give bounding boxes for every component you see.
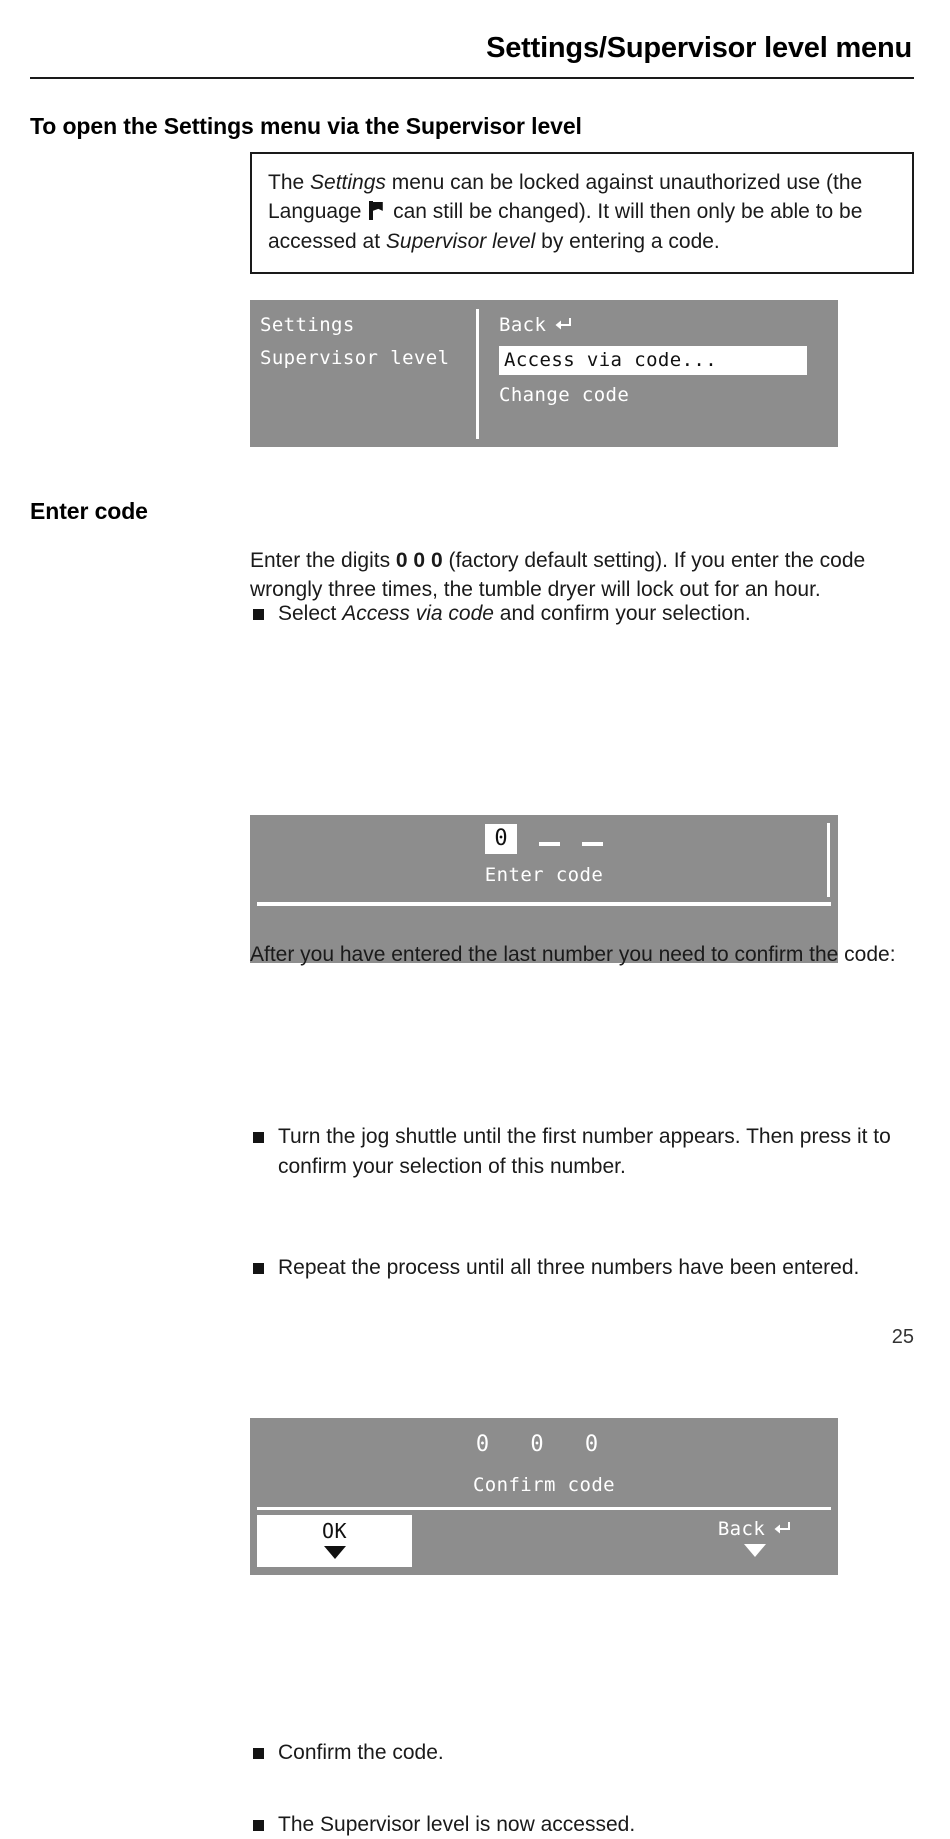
lcd-digit-placeholder-3 [581, 841, 603, 846]
lcd-enter-code-digits: 0 [250, 824, 838, 855]
lcd-vertical-divider [476, 309, 479, 439]
page-title: Settings/Supervisor level menu [486, 32, 912, 64]
lcd-menu-item-change-code[interactable]: Change code [499, 384, 829, 406]
bullet-square-icon [253, 1819, 264, 1831]
bullet-confirm-the-code: Confirm the code. [250, 1738, 942, 1767]
bullet-turn-jog-shuttle-text: Turn the jog shuttle until the first num… [278, 1125, 891, 1178]
lcd-settings-subtitle: Supervisor level [260, 347, 450, 369]
section-heading-enter-code: Enter code [30, 498, 148, 524]
paragraph-enter-code: Enter the digits 0 0 0 (factory default … [250, 546, 914, 605]
bullet-supervisor-level-accessed: The Supervisor level is now accessed. [250, 1810, 942, 1839]
enter-return-icon [772, 1519, 792, 1541]
lcd-left-pane: Settings Supervisor level [260, 314, 470, 380]
enter-code-bold-digits: 0 0 0 [395, 549, 443, 572]
lcd-ok-button-label: OK [321, 1518, 348, 1543]
lcd-menu-item-access-via-code[interactable]: Access via code... [499, 346, 829, 375]
bullet-repeat-process-text: Repeat the process until all three numbe… [278, 1256, 860, 1280]
bullet-repeat-process: Repeat the process until all three numbe… [250, 1253, 942, 1282]
bullet-turn-jog-shuttle: Turn the jog shuttle until the first num… [250, 1122, 942, 1181]
bullet-square-icon [253, 1132, 264, 1144]
lcd-confirm-code-caption: Confirm code [472, 1473, 616, 1496]
flag-icon [369, 201, 384, 221]
lcd-enter-code-caption: Enter code [484, 864, 604, 887]
bullet-select-italic: Access via code [342, 602, 494, 625]
lcd-menu-item-back[interactable]: Back [499, 314, 829, 337]
note-italic-supervisor-level: Supervisor level [385, 229, 536, 253]
lcd-digit-placeholder-2 [538, 841, 560, 846]
bullet-supervisor-level-accessed-text: The Supervisor level is now accessed. [278, 1812, 636, 1836]
bullet-select-prefix: Select [278, 602, 343, 625]
lcd-active-digit[interactable]: 0 [485, 824, 517, 855]
lcd-ok-button[interactable]: OK [257, 1514, 412, 1567]
section-heading-open-settings: To open the Settings menu via the Superv… [30, 113, 582, 139]
lcd-display-confirm-code: 0 0 0 Confirm code OK Back [250, 1417, 838, 1575]
lcd-back-button-row: Back [690, 1518, 820, 1541]
note-italic-settings: Settings [310, 171, 386, 194]
note-text-part-4: by entering a code. [535, 229, 720, 253]
bullet-square-icon [253, 1747, 264, 1759]
lcd-horizontal-rule [257, 1506, 831, 1510]
lcd-right-pane: Back Access via code... Change code [499, 314, 829, 415]
page-header: Settings/Supervisor level menu [30, 32, 914, 80]
lcd-settings-title: Settings [260, 314, 355, 336]
lcd-scrollbar[interactable] [827, 823, 830, 898]
triangle-down-icon [323, 1545, 346, 1559]
note-box: The Settings menu can be locked against … [250, 152, 914, 275]
bullet-square-icon [253, 609, 264, 620]
lcd-display-settings-menu: Settings Supervisor level Back Access vi… [250, 300, 838, 447]
bullet-square-icon [253, 1263, 264, 1275]
lcd-menu-item-access-via-code-label: Access via code... [499, 346, 807, 375]
note-box-text: The Settings menu can be locked against … [268, 168, 896, 256]
enter-code-prefix: Enter the digits [250, 549, 396, 572]
paragraph-confirm-code: After you have entered the last number y… [250, 943, 896, 966]
lcd-horizontal-rule [257, 902, 831, 907]
lcd-confirm-code-digits: 0 0 0 [475, 1431, 613, 1457]
lcd-back-button-label: Back [717, 1517, 766, 1540]
bullet-confirm-the-code-text: Confirm the code. [278, 1740, 444, 1764]
triangle-down-icon [744, 1543, 766, 1557]
lcd-menu-item-back-label: Back [499, 314, 547, 336]
bullet-select-suffix: and confirm your selection. [493, 602, 751, 625]
header-rule [30, 77, 914, 80]
enter-return-icon [553, 315, 573, 337]
lcd-back-button[interactable]: Back [690, 1518, 820, 1557]
page-number: 25 [891, 1326, 914, 1348]
note-text-part-1: The [268, 171, 311, 194]
